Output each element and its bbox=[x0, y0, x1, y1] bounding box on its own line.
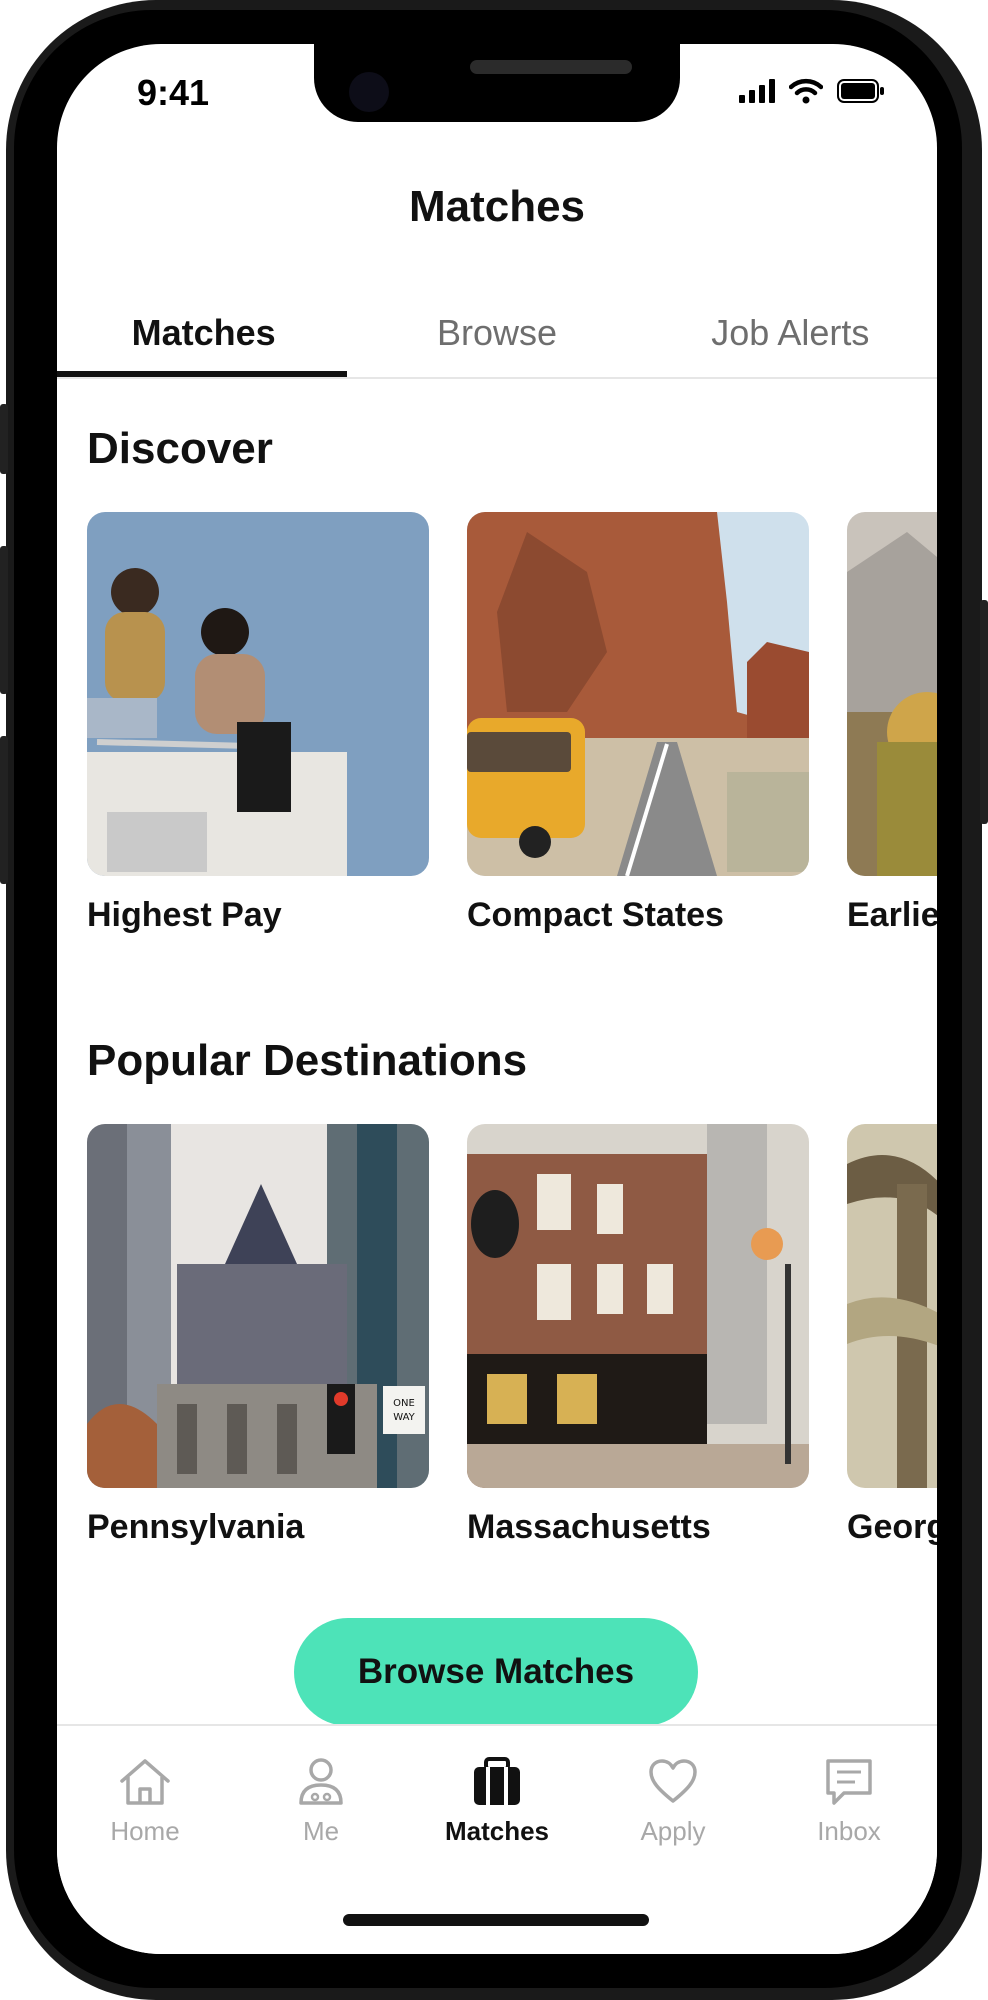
card-image-compact-states bbox=[467, 512, 809, 876]
tab-job-alerts[interactable]: Job Alerts bbox=[644, 306, 937, 360]
tab-divider bbox=[57, 377, 937, 379]
tabbar-label: Apply bbox=[640, 1816, 706, 1846]
tabbar-matches[interactable]: Matches bbox=[409, 1756, 585, 1847]
tabbar-label: Inbox bbox=[817, 1816, 881, 1846]
wifi-icon bbox=[789, 78, 823, 104]
top-tabs: Matches Browse Job Alerts bbox=[57, 306, 937, 360]
card-image-highest-pay bbox=[87, 512, 429, 876]
card-image-massachusetts bbox=[467, 1124, 809, 1488]
side-button-volume-up bbox=[0, 546, 8, 694]
destination-card-georgia[interactable]: Georg bbox=[847, 1124, 937, 1547]
card-label: Massachusetts bbox=[467, 1508, 711, 1546]
side-button-silent bbox=[0, 404, 8, 474]
card-label: Pennsylvania bbox=[87, 1508, 305, 1546]
tabbar-inbox[interactable]: Inbox bbox=[761, 1756, 937, 1847]
battery-icon bbox=[837, 79, 884, 103]
card-label: Earlie bbox=[847, 896, 937, 934]
discover-carousel: Highest Pay Compact States Earlie bbox=[87, 512, 937, 935]
svg-text:WAY: WAY bbox=[393, 1412, 415, 1423]
tabbar-label: Me bbox=[302, 1816, 340, 1846]
discover-title: Discover bbox=[87, 424, 273, 473]
card-image-georgia bbox=[847, 1124, 937, 1488]
camera bbox=[349, 72, 389, 112]
card-image-earliest bbox=[847, 512, 937, 876]
destinations-carousel: ONE WAY Pennsylvania Massachusetts Georg bbox=[87, 1124, 937, 1547]
tabbar-apply[interactable]: Apply bbox=[585, 1756, 761, 1847]
browse-matches-button[interactable]: Browse Matches bbox=[294, 1618, 698, 1726]
destination-card-pennsylvania[interactable]: ONE WAY Pennsylvania bbox=[87, 1124, 429, 1547]
svg-text:ONE: ONE bbox=[393, 1398, 415, 1409]
briefcase-icon bbox=[474, 1757, 520, 1805]
message-icon bbox=[826, 1759, 872, 1805]
tab-matches[interactable]: Matches bbox=[57, 306, 350, 360]
tab-browse[interactable]: Browse bbox=[350, 306, 643, 360]
speaker bbox=[470, 60, 632, 74]
home-icon bbox=[120, 1759, 170, 1805]
destination-card-massachusetts[interactable]: Massachusetts bbox=[467, 1124, 809, 1547]
person-icon bbox=[299, 1758, 343, 1805]
card-image-pennsylvania: ONE WAY bbox=[87, 1124, 429, 1488]
status-icons bbox=[739, 78, 885, 104]
discover-card-compact-states[interactable]: Compact States bbox=[467, 512, 809, 935]
home-indicator bbox=[343, 1914, 649, 1926]
discover-card-earliest[interactable]: Earlie bbox=[847, 512, 937, 935]
screen: 9:41 Matches Matches Browse Job Alerts D… bbox=[57, 44, 937, 1954]
heart-icon bbox=[649, 1759, 697, 1803]
page-title: Matches bbox=[408, 182, 586, 231]
discover-card-highest-pay[interactable]: Highest Pay bbox=[87, 512, 429, 935]
card-label: Compact States bbox=[467, 896, 724, 934]
tabbar-label: Matches bbox=[444, 1816, 550, 1846]
side-button-power bbox=[980, 600, 988, 824]
tabbar-label: Home bbox=[110, 1816, 180, 1846]
signal-icon bbox=[739, 79, 775, 103]
popular-destinations-title: Popular Destinations bbox=[87, 1036, 528, 1085]
tabbar-home[interactable]: Home bbox=[57, 1756, 233, 1847]
status-time: 9:41 bbox=[137, 72, 210, 113]
side-button-volume-down bbox=[0, 736, 8, 884]
tabbar-me[interactable]: Me bbox=[233, 1756, 409, 1847]
card-label: Georg bbox=[847, 1508, 937, 1546]
card-label: Highest Pay bbox=[87, 896, 282, 934]
